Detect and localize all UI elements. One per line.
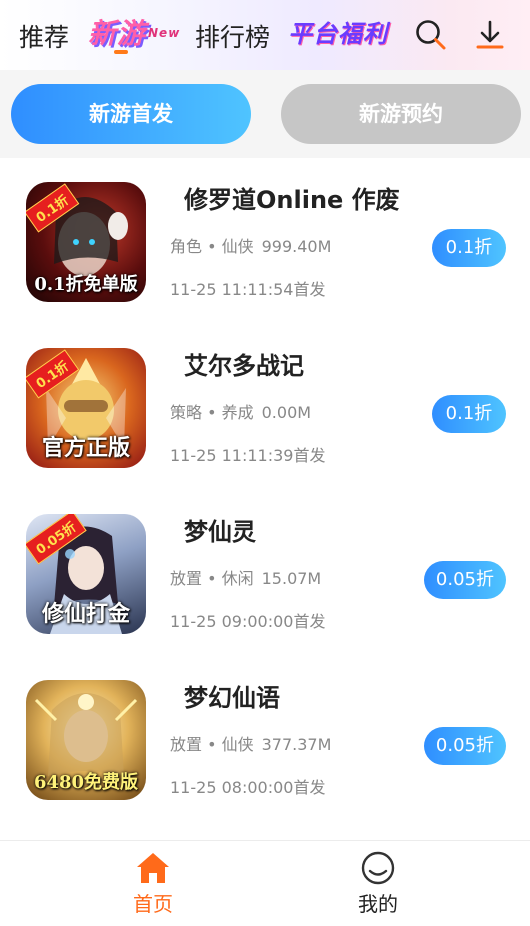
game-name[interactable]: 艾尔多战记 (184, 350, 304, 382)
game-meta: 角色 • 仙侠 999.40M (170, 236, 331, 258)
game-release-date: 11-25 11:11:39首发 (170, 446, 326, 465)
game-size: 377.37M (261, 735, 332, 754)
bottom-nav-home[interactable]: 首页 (93, 851, 213, 917)
game-meta: 放置 • 仙侠 377.37M (170, 734, 331, 756)
thumbnail-caption: 0.1折免单版 (34, 274, 138, 295)
thumbnail-caption: 官方正版 (41, 435, 130, 461)
game-name[interactable]: 梦仙灵 (184, 516, 256, 548)
active-nav-indicator (114, 50, 128, 54)
game-category: 角色 • 仙侠 (170, 237, 254, 256)
game-size: 15.07M (261, 569, 322, 588)
download-icon[interactable] (473, 18, 507, 52)
nav-recommend[interactable]: 推荐 (19, 22, 69, 54)
game-thumbnail[interactable]: 0.05折 修仙打金 (26, 514, 146, 634)
game-item[interactable]: 0.1折 0.1折免单版 修罗道Online 作废 角色 • 仙侠 999.40M… (0, 158, 530, 324)
game-name[interactable]: 梦幻仙语 (184, 682, 280, 714)
thumbnail-caption: 修仙打金 (41, 601, 130, 627)
search-icon[interactable] (414, 18, 448, 52)
new-games-logo-text: 新游 (88, 17, 147, 50)
smiley-face-icon (360, 851, 396, 885)
game-item[interactable]: 0.1折 官方正版 艾尔多战记 策略 • 养成 0.00M 11-25 11:11… (0, 324, 530, 490)
bottom-nav-mine[interactable]: 我的 (318, 851, 438, 917)
home-icon (135, 851, 171, 885)
bottom-navigation: 首页 我的 (0, 840, 530, 926)
tab-new-game-reservation[interactable]: 新游预约 (281, 84, 521, 144)
game-name[interactable]: 修罗道Online 作废 (184, 184, 400, 216)
game-item[interactable]: 0.05折 修仙打金 梦仙灵 放置 • 休闲 15.07M 11-25 09:00… (0, 490, 530, 656)
game-release-date: 11-25 11:11:54首发 (170, 280, 326, 299)
game-thumbnail[interactable]: 0.1折 官方正版 (26, 348, 146, 468)
nav-platform-welfare-logo[interactable]: 平台福利 (288, 14, 388, 54)
top-navigation: 推荐 新游 New 排行榜 平台福利 (0, 0, 530, 70)
discount-button[interactable]: 0.1折 (432, 395, 506, 433)
discount-button[interactable]: 0.1折 (432, 229, 506, 267)
segment-tabs: 新游首发 新游预约 (0, 70, 530, 158)
thumbnail-caption: 6480免费版 (33, 772, 139, 793)
game-category: 放置 • 仙侠 (170, 735, 254, 754)
discount-button[interactable]: 0.05折 (423, 727, 506, 765)
game-thumbnail[interactable]: 0.1折 0.1折免单版 (26, 182, 146, 302)
tab-new-game-launch[interactable]: 新游首发 (11, 84, 251, 144)
game-category: 策略 • 养成 (170, 403, 254, 422)
mine-label: 我的 (358, 892, 398, 916)
home-label: 首页 (133, 892, 173, 916)
game-meta: 策略 • 养成 0.00M (170, 402, 311, 424)
new-games-logo-sup: New (148, 26, 181, 40)
nav-ranking[interactable]: 排行榜 (195, 22, 270, 54)
game-meta: 放置 • 休闲 15.07M (170, 568, 321, 590)
game-size: 999.40M (261, 237, 332, 256)
game-thumbnail[interactable]: 6480免费版 (26, 680, 146, 800)
game-release-date: 11-25 08:00:00首发 (170, 778, 326, 797)
discount-button[interactable]: 0.05折 (423, 561, 506, 599)
game-size: 0.00M (261, 403, 312, 422)
game-release-date: 11-25 09:00:00首发 (170, 612, 326, 631)
game-category: 放置 • 休闲 (170, 569, 254, 588)
nav-new-games-logo[interactable]: 新游 New (88, 14, 180, 59)
game-item[interactable]: 6480免费版 梦幻仙语 放置 • 仙侠 377.37M 11-25 08:00:… (0, 656, 530, 822)
